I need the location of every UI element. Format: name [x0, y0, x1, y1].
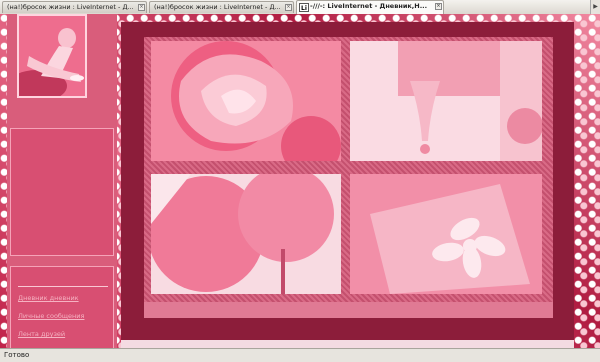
tab-scroll-right-icon[interactable]: ▶ [590, 0, 600, 14]
avatar-photo [19, 16, 85, 96]
main-content [121, 22, 574, 340]
status-bar: Готово [0, 348, 600, 362]
sidebar-nav-panel: Дневник дневник Личные сообщения Лента д… [10, 266, 114, 348]
page-viewport: Дневник дневник Личные сообщения Лента д… [0, 14, 600, 348]
tab-2[interactable]: (на!)бросок жизни : LiveInternet - Д... … [149, 1, 294, 13]
liveinternet-favicon-icon: Li [299, 3, 309, 12]
divider [18, 286, 108, 287]
right-decorative-border [574, 14, 600, 348]
tab-1[interactable]: (на!)бросок жизни : LiveInternet - Д... … [2, 1, 147, 13]
sidebar-panel [10, 128, 114, 256]
balloons-photo [151, 174, 341, 294]
tab-bar: (на!)бросок жизни : LiveInternet - Д... … [0, 0, 600, 15]
nav-link-messages[interactable]: Личные сообщения [18, 312, 84, 320]
close-tab-icon[interactable]: × [435, 3, 442, 10]
sidebar: Дневник дневник Личные сообщения Лента д… [7, 14, 117, 348]
tab-3-title: -///-: LiveInternet - Дневник,Н... [310, 2, 428, 10]
dripping-photo [350, 41, 542, 161]
flower-print-photo [350, 174, 542, 294]
collage-bottom-strip [144, 302, 553, 318]
status-text: Готово [4, 351, 30, 359]
avatar[interactable] [17, 14, 87, 98]
nav-link-diary[interactable]: Дневник дневник [18, 294, 79, 302]
nav-link-friends-feed[interactable]: Лента друзей [18, 330, 65, 338]
peony-photo [151, 41, 341, 161]
tab-3-active[interactable]: Li -///-: LiveInternet - Дневник,Н... × [296, 0, 444, 14]
page-footer-bar [121, 340, 574, 348]
photo-collage [144, 37, 553, 318]
close-tab-icon[interactable]: × [138, 4, 145, 11]
tab-1-title: (на!)бросок жизни : LiveInternet - Д... [7, 3, 134, 11]
close-tab-icon[interactable]: × [285, 4, 292, 11]
tab-2-title: (на!)бросок жизни : LiveInternet - Д... [154, 3, 281, 11]
